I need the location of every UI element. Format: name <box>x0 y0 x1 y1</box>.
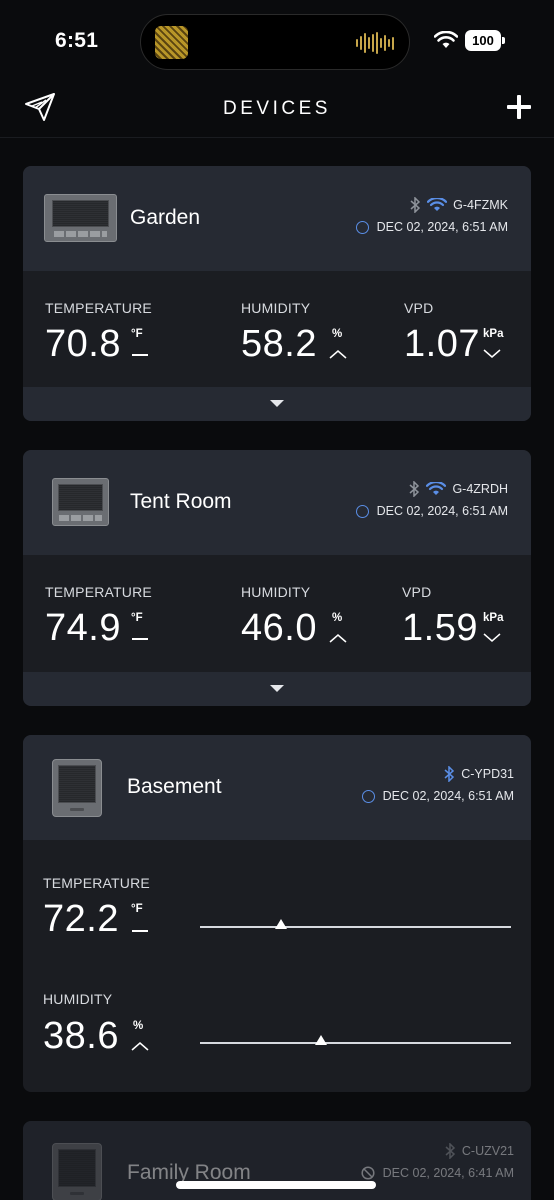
trend-flat-icon <box>132 354 148 356</box>
wifi-icon <box>434 31 458 48</box>
trend-up-icon <box>329 634 347 643</box>
status-ring-icon <box>361 789 375 803</box>
page-title: DEVICES <box>223 98 331 119</box>
device-card-header: Basement C-YPD31 DEC 02, 2024, 6:51 AM <box>23 735 531 840</box>
device-card-tent-room[interactable]: Tent Room G-4ZRDH DEC 02, 2024, 6:51 AM … <box>23 450 531 706</box>
temperature-slider-marker <box>274 919 287 929</box>
temperature-unit: °F <box>131 903 143 915</box>
controller-device-icon <box>44 194 117 242</box>
now-playing-artwork <box>155 26 188 59</box>
humidity-range-slider <box>200 1035 511 1045</box>
status-time: 6:51 <box>55 29 99 52</box>
humidity-unit: % <box>332 612 343 624</box>
status-ring-icon <box>355 504 369 518</box>
device-meta: G-4FZMK DEC 02, 2024, 6:51 AM <box>355 196 508 236</box>
last-update-timestamp: DEC 02, 2024, 6:51 AM <box>382 789 514 803</box>
device-id: C-YPD31 <box>461 767 514 781</box>
device-card-header: Tent Room G-4ZRDH DEC 02, 2024, 6:51 AM <box>23 450 531 555</box>
device-id: G-4FZMK <box>453 198 508 212</box>
device-meta: C-YPD31 DEC 02, 2024, 6:51 AM <box>361 765 514 805</box>
status-ring-icon <box>355 220 369 234</box>
temperature-unit: °F <box>131 328 143 340</box>
top-nav: DEVICES <box>0 84 554 138</box>
trend-up-icon <box>131 1042 149 1051</box>
temperature-label: TEMPERATURE <box>45 300 152 316</box>
wifi-icon <box>427 198 448 211</box>
vpd-unit: kPa <box>483 328 504 340</box>
temperature-value: 70.8 <box>45 323 121 365</box>
caret-down-icon <box>270 400 284 407</box>
caret-down-icon <box>270 685 284 692</box>
humidity-label: HUMIDITY <box>241 584 311 600</box>
humidity-unit: % <box>332 328 343 340</box>
sensor-device-icon <box>52 1143 102 1200</box>
device-id: G-4ZRDH <box>452 482 508 496</box>
temperature-value: 72.2 <box>43 898 119 940</box>
temperature-unit: °F <box>131 612 143 624</box>
bluetooth-icon <box>444 766 455 782</box>
dynamic-island[interactable] <box>140 14 410 70</box>
device-card-garden[interactable]: Garden G-4FZMK DEC 02, 2024, 6:51 AM TEM… <box>23 166 531 421</box>
trend-down-icon <box>483 349 501 358</box>
last-update-timestamp: DEC 02, 2024, 6:51 AM <box>376 504 508 518</box>
vpd-value: 1.07 <box>404 323 480 365</box>
device-card-header: Garden G-4FZMK DEC 02, 2024, 6:51 AM <box>23 166 531 271</box>
trend-flat-icon <box>132 638 148 640</box>
expand-toggle[interactable] <box>23 672 531 706</box>
temperature-label: TEMPERATURE <box>45 584 152 600</box>
temperature-value: 74.9 <box>45 607 121 649</box>
device-name: Basement <box>127 775 222 798</box>
vpd-label: VPD <box>402 584 432 600</box>
humidity-label: HUMIDITY <box>241 300 311 316</box>
battery-indicator: 100 <box>465 30 505 51</box>
offline-icon <box>361 1166 375 1180</box>
home-indicator[interactable] <box>176 1181 376 1189</box>
humidity-value: 38.6 <box>43 1015 119 1057</box>
device-meta: C-UZV21 DEC 02, 2024, 6:41 AM <box>361 1142 514 1182</box>
device-meta: G-4ZRDH DEC 02, 2024, 6:51 AM <box>355 480 508 520</box>
device-name: Tent Room <box>130 490 232 513</box>
device-id: C-UZV21 <box>461 1144 514 1158</box>
add-device-button[interactable] <box>506 94 532 120</box>
temperature-label: TEMPERATURE <box>43 875 150 891</box>
humidity-slider-marker <box>315 1035 328 1045</box>
status-bar: 6:51 100 <box>0 0 554 84</box>
trend-flat-icon <box>132 930 148 932</box>
humidity-value: 58.2 <box>241 323 317 365</box>
sensor-device-icon <box>52 759 102 817</box>
bluetooth-icon <box>409 481 420 497</box>
controller-device-icon <box>52 478 109 526</box>
trend-up-icon <box>329 350 347 359</box>
trend-down-icon <box>483 633 501 642</box>
wifi-icon <box>426 482 447 495</box>
device-card-basement[interactable]: Basement C-YPD31 DEC 02, 2024, 6:51 AM T… <box>23 735 531 1092</box>
bluetooth-icon <box>445 1143 456 1159</box>
vpd-label: VPD <box>404 300 434 316</box>
humidity-label: HUMIDITY <box>43 991 113 1007</box>
vpd-unit: kPa <box>483 612 504 624</box>
bluetooth-icon <box>410 197 421 213</box>
humidity-unit: % <box>133 1020 144 1032</box>
audio-waveform-icon <box>356 32 394 54</box>
device-name: Garden <box>130 206 201 229</box>
temperature-range-slider <box>200 919 511 929</box>
expand-toggle[interactable] <box>23 387 531 421</box>
humidity-value: 46.0 <box>241 607 317 649</box>
vpd-value: 1.59 <box>402 607 478 649</box>
last-update-timestamp: DEC 02, 2024, 6:51 AM <box>376 220 508 234</box>
last-update-timestamp: DEC 02, 2024, 6:41 AM <box>382 1166 514 1180</box>
